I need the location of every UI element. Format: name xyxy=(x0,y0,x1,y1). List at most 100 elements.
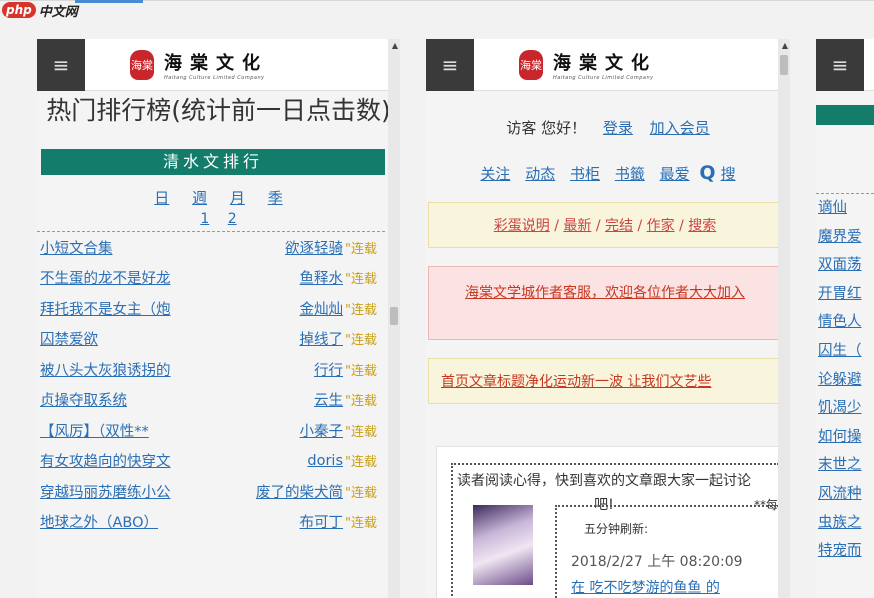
phone-list: ≡ 谪仙 魔界爱 双面荡 开胃红 情色人 囚生（ 论躲避 饥渴少 如何操 末世之… xyxy=(816,39,874,598)
novel-title-link[interactable]: 论躲避 xyxy=(816,366,874,395)
novel-title-link[interactable]: 有女攻趋向的快穿文 xyxy=(40,450,171,471)
hamburger-icon[interactable]: ≡ xyxy=(426,39,474,91)
period-tabs: 日 週 月 季 xyxy=(37,187,400,208)
brand-logo[interactable]: 海棠 海棠文化 Haitang Culture Limited Company xyxy=(519,49,657,81)
novel-title-link[interactable]: 如何操 xyxy=(816,423,874,452)
novel-title-link[interactable]: 谪仙 xyxy=(816,194,874,223)
join-link[interactable]: 加入会员 xyxy=(650,119,710,137)
chat-entry: 2018/2/27 上午 08:20:09 在 吃不吃梦游的鱼鱼 的 xyxy=(555,505,779,598)
nav-bookshelf[interactable]: 书柜 xyxy=(570,165,600,183)
nav-activity[interactable]: 动态 xyxy=(525,165,555,183)
hamburger-icon[interactable]: ≡ xyxy=(37,39,85,91)
scrollbar[interactable]: ▲ xyxy=(388,39,400,598)
page-title: 热门排行榜(统计前一日点击数) xyxy=(46,96,391,125)
ranking-row: 小短文合集 欲逐轻骑 "连载 xyxy=(37,232,385,263)
nav-bookmarks[interactable]: 书籤 xyxy=(615,165,645,183)
author-link[interactable]: 废了的柴犬简 xyxy=(256,481,343,502)
author-link[interactable]: 金灿灿 xyxy=(300,298,344,319)
watermark-text: 中文网 xyxy=(38,4,78,20)
novel-title-link[interactable]: 地球之外（ABO） xyxy=(40,511,158,532)
scroll-thumb[interactable] xyxy=(780,55,788,75)
novel-title-link[interactable]: 被八头大灰狼诱拐的 xyxy=(40,359,171,380)
link-authors[interactable]: 作家 xyxy=(647,218,675,234)
novel-title-link[interactable]: 【风厉】（双性** xyxy=(40,420,149,441)
novel-title-link[interactable]: 特宠而 xyxy=(816,537,874,566)
scroll-thumb[interactable] xyxy=(390,307,398,325)
novel-title-link[interactable]: 不生蛋的龙不是好龙 xyxy=(40,267,171,288)
tab-day[interactable]: 日 xyxy=(154,189,169,207)
author-link[interactable]: 鱼释水 xyxy=(300,267,344,288)
login-link[interactable]: 登录 xyxy=(603,119,633,137)
author-link[interactable]: 布可丁 xyxy=(300,511,344,532)
link-easter-egg[interactable]: 彩蛋说明 xyxy=(494,218,550,234)
avatar[interactable] xyxy=(473,505,533,585)
novel-title-link[interactable]: 小短文合集 xyxy=(40,237,113,258)
nav-follow[interactable]: 关注 xyxy=(480,165,510,183)
novel-title-link[interactable]: 虫族之 xyxy=(816,509,874,538)
novel-title-link[interactable]: 囚生（ xyxy=(816,337,874,366)
novel-title-link[interactable]: 拜托我不是女主（炮 xyxy=(40,298,171,319)
phone-ranking: ≡ 海棠 海棠文化 Haitang Culture Limited Compan… xyxy=(37,39,400,598)
status-label: "连载 xyxy=(345,516,377,532)
search-button[interactable]: Q搜 xyxy=(699,162,740,184)
tab-month[interactable]: 月 xyxy=(230,189,245,207)
brand-seal: 海棠 xyxy=(519,49,543,80)
novel-title-link[interactable]: 双面荡 xyxy=(816,251,874,280)
link-latest[interactable]: 最新 xyxy=(563,218,591,234)
scrollbar[interactable]: ▲ xyxy=(778,39,790,598)
novel-title-link[interactable]: 穿越玛丽苏磨练小公 xyxy=(40,481,171,502)
nav-favorites[interactable]: 最爱 xyxy=(660,165,690,183)
phone-home: ≡ 海棠 海棠文化 Haitang Culture Limited Compan… xyxy=(426,39,790,598)
novel-title-link[interactable]: 囚禁爱欲 xyxy=(40,328,98,349)
author-support-notice[interactable]: 海棠文学城作者客服，欢迎各位作者大大加入 xyxy=(428,266,782,340)
novel-title-link[interactable]: 魔界爱 xyxy=(816,223,874,252)
status-label: "连载 xyxy=(345,333,377,349)
novel-title-link[interactable]: 贞操夺取系统 xyxy=(40,389,127,410)
section-header: 清水文排行 xyxy=(41,149,385,175)
brand-tagline: Haitang Culture Limited Company xyxy=(164,74,265,81)
scroll-up-arrow-icon[interactable]: ▲ xyxy=(392,41,398,50)
brand-seal: 海棠 xyxy=(130,49,154,80)
watermark-logo: php xyxy=(2,2,36,18)
pagination: 1 2 xyxy=(37,211,400,227)
hamburger-icon[interactable]: ≡ xyxy=(816,39,864,91)
author-link[interactable]: 小秦子 xyxy=(300,420,344,441)
chat-timestamp: 2018/2/27 上午 08:20:09 xyxy=(571,554,743,570)
novel-list: 谪仙 魔界爱 双面荡 开胃红 情色人 囚生（ 论躲避 饥渴少 如何操 末世之 风… xyxy=(816,193,874,566)
brand-logo[interactable]: 海棠 海棠文化 Haitang Culture Limited Company xyxy=(130,49,268,81)
scroll-up-arrow-icon[interactable]: ▲ xyxy=(782,41,788,50)
ranking-row: 地球之外（ABO） 布可丁 "连载 xyxy=(37,507,385,538)
status-label: "连载 xyxy=(345,363,377,379)
author-link[interactable]: 欲逐轻骑 xyxy=(285,237,343,258)
quick-links-box: 彩蛋说明 / 最新 / 完结 / 作家 / 搜索 xyxy=(428,202,782,248)
novel-title-link[interactable]: 开胃红 xyxy=(816,280,874,309)
page-1[interactable]: 1 xyxy=(200,211,209,227)
page-2[interactable]: 2 xyxy=(228,211,237,227)
author-link[interactable]: 掉线了 xyxy=(300,328,344,349)
novel-title-link[interactable]: 风流种 xyxy=(816,480,874,509)
chat-message-link[interactable]: 在 吃不吃梦游的鱼鱼 的 xyxy=(571,577,720,597)
site-header: ≡ 海棠 海棠文化 Haitang Culture Limited Compan… xyxy=(426,39,790,91)
title-cleanup-notice[interactable]: 首页文章标题净化运动新一波 让我们文艺些 xyxy=(428,358,782,404)
status-label: "连载 xyxy=(345,485,377,501)
author-link[interactable]: 行行 xyxy=(314,359,343,380)
status-label: "连载 xyxy=(345,302,377,318)
status-label: "连载 xyxy=(345,455,377,471)
status-label: "连载 xyxy=(345,272,377,288)
novel-title-link[interactable]: 情色人 xyxy=(816,308,874,337)
watermark: php 中文网 xyxy=(2,1,78,20)
site-header: ≡ xyxy=(816,39,874,91)
notice2-text: 首页文章标题净化运动新一波 让我们文艺些 xyxy=(441,374,712,390)
link-completed[interactable]: 完结 xyxy=(605,218,633,234)
site-header: ≡ 海棠 海棠文化 Haitang Culture Limited Compan… xyxy=(37,39,400,91)
search-label: 搜 xyxy=(720,165,736,183)
tab-season[interactable]: 季 xyxy=(268,189,283,207)
brand-name: 海棠文化 xyxy=(553,52,657,74)
brand-tagline: Haitang Culture Limited Company xyxy=(553,74,654,81)
novel-title-link[interactable]: 饥渴少 xyxy=(816,394,874,423)
tab-week[interactable]: 週 xyxy=(192,189,207,207)
author-link[interactable]: doris xyxy=(307,453,343,469)
author-link[interactable]: 云生 xyxy=(314,389,343,410)
link-search[interactable]: 搜索 xyxy=(688,218,716,234)
novel-title-link[interactable]: 末世之 xyxy=(816,451,874,480)
